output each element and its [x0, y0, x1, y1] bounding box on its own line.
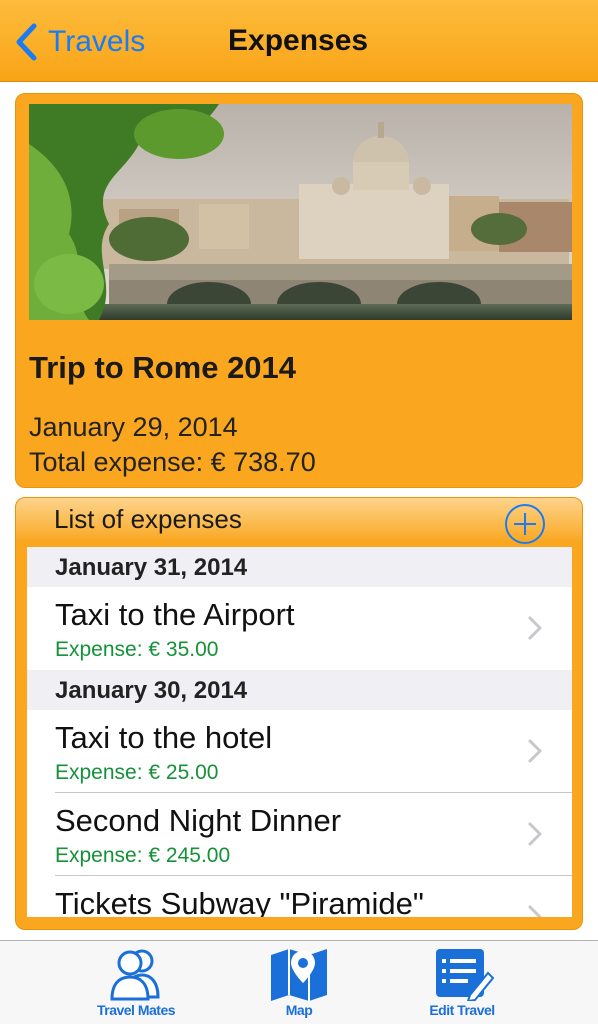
chevron-right-icon [527, 903, 543, 917]
edit-icon [436, 949, 494, 1001]
navigation-bar: Travels Expenses [0, 0, 598, 82]
expense-title: Taxi to the Airport [55, 597, 295, 632]
page-title: Expenses [228, 24, 369, 57]
expense-amount: Expense: € 25.00 [55, 761, 219, 784]
add-expense-button[interactable] [504, 503, 546, 545]
trip-title: Trip to Rome 2014 [29, 350, 297, 385]
expenses-header: List of expenses [54, 504, 242, 534]
expense-title: Tickets Subway "Piramide" [55, 886, 424, 917]
people-icon [110, 949, 160, 1001]
tab-label: Travel Mates [96, 1002, 176, 1018]
expenses-panel: List of expenses January 31, 2014 Taxi t… [15, 497, 583, 930]
expense-row[interactable]: Taxi to the hotel Expense: € 25.00 [27, 710, 572, 793]
expense-title: Second Night Dinner [55, 803, 342, 838]
back-button-label: Travels [48, 25, 146, 58]
tab-label: Edit Travel [429, 1002, 495, 1018]
plus-circle-icon [505, 504, 545, 544]
expense-row[interactable]: Tickets Subway "Piramide" [27, 876, 572, 917]
tab-label: Map [285, 1002, 313, 1018]
trip-card: Trip to Rome 2014 January 29, 2014 Total… [15, 93, 583, 488]
expense-amount: Expense: € 245.00 [55, 844, 231, 867]
expense-row[interactable]: Taxi to the Airport Expense: € 35.00 [27, 587, 572, 670]
expense-title: Taxi to the hotel [55, 720, 273, 755]
chevron-right-icon [527, 614, 543, 642]
trip-total-expense: Total expense: € 738.70 [29, 447, 316, 477]
section-header: January 30, 2014 [27, 670, 572, 710]
expense-list[interactable]: January 31, 2014 Taxi to the Airport Exp… [27, 547, 572, 917]
tab-edit-travel[interactable]: Edit Travel [392, 945, 532, 1023]
tab-travel-mates[interactable]: Travel Mates [66, 945, 206, 1023]
trip-photo [29, 104, 572, 320]
expense-amount: Expense: € 35.00 [55, 638, 219, 661]
chevron-right-icon [527, 820, 543, 848]
section-header: January 31, 2014 [27, 547, 572, 587]
map-icon [271, 949, 327, 1001]
tab-map[interactable]: Map [229, 945, 369, 1023]
back-button[interactable]: Travels [14, 22, 145, 62]
trip-date: January 29, 2014 [29, 412, 238, 442]
chevron-right-icon [527, 737, 543, 765]
chevron-left-icon [16, 23, 37, 61]
tab-bar: Travel Mates Map Edit Travel [0, 940, 598, 1024]
expense-row[interactable]: Second Night Dinner Expense: € 245.00 [27, 793, 572, 876]
